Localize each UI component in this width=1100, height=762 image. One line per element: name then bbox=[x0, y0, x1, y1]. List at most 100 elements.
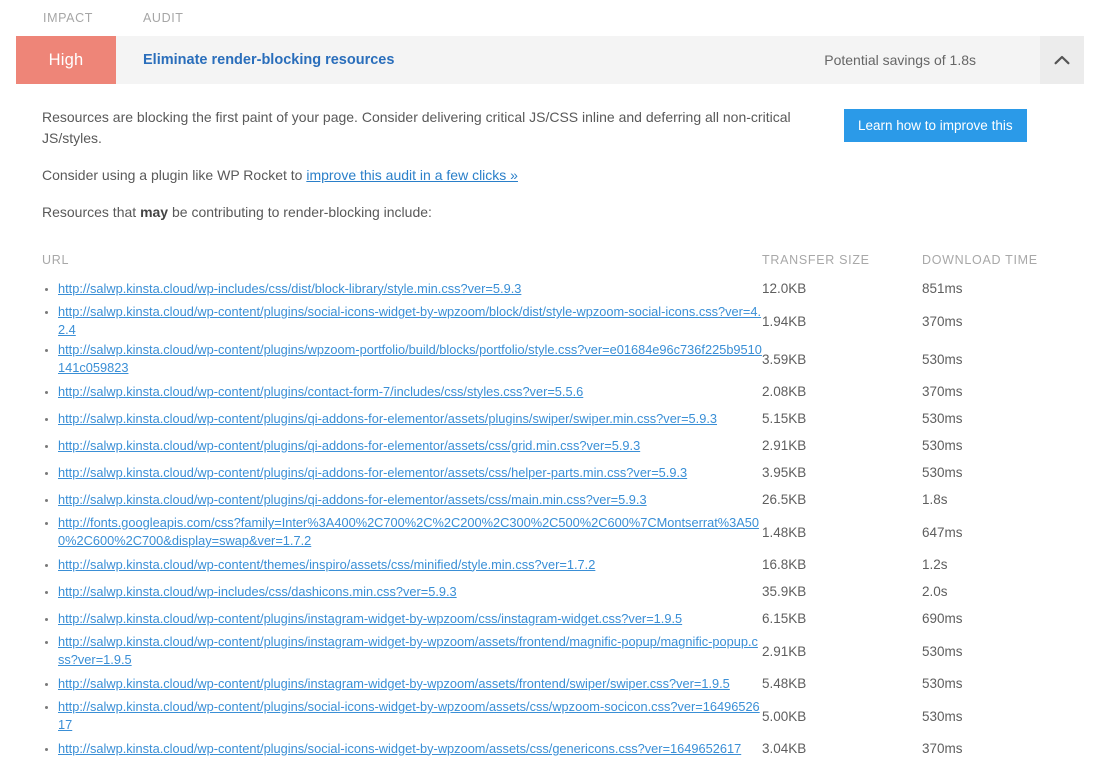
table-cell-transfer-size: 3.04KB bbox=[762, 741, 922, 756]
table-cell-url: http://salwp.kinsta.cloud/wp-content/plu… bbox=[42, 740, 762, 758]
table-cell-download-time: 1.8s bbox=[922, 492, 948, 507]
audit-header-bar[interactable]: High Eliminate render-blocking resources… bbox=[16, 36, 1084, 84]
table-body: http://salwp.kinsta.cloud/wp-includes/cs… bbox=[42, 275, 1084, 762]
table-cell-download-time: 647ms bbox=[922, 525, 963, 540]
table-row: http://salwp.kinsta.cloud/wp-content/plu… bbox=[42, 432, 1084, 459]
table-cell-transfer-size: 5.00KB bbox=[762, 709, 922, 724]
table-row: http://salwp.kinsta.cloud/wp-content/plu… bbox=[42, 405, 1084, 432]
bullet-icon bbox=[45, 748, 48, 751]
table-row: http://salwp.kinsta.cloud/wp-content/plu… bbox=[42, 632, 1084, 670]
table-cell-download-time: 851ms bbox=[922, 281, 963, 296]
bullet-icon bbox=[45, 391, 48, 394]
description-paragraph-1: Resources are blocking the first paint o… bbox=[42, 107, 826, 149]
table-cell-transfer-size: 35.9KB bbox=[762, 584, 922, 599]
audit-description-text: Resources are blocking the first paint o… bbox=[16, 107, 826, 223]
table-cell-transfer-size: 5.15KB bbox=[762, 411, 922, 426]
description-paragraph-2: Consider using a plugin like WP Rocket t… bbox=[42, 165, 826, 186]
status-badge-impact: High bbox=[16, 36, 116, 84]
table-cell-url: http://salwp.kinsta.cloud/wp-content/plu… bbox=[42, 675, 762, 693]
bullet-icon bbox=[45, 564, 48, 567]
audit-potential-savings: Potential savings of 1.8s bbox=[824, 36, 1040, 84]
collapse-toggle-button[interactable] bbox=[1040, 36, 1084, 84]
table-cell-url: http://salwp.kinsta.cloud/wp-content/plu… bbox=[42, 633, 762, 669]
resource-url-link[interactable]: http://salwp.kinsta.cloud/wp-content/plu… bbox=[58, 304, 761, 337]
bullet-icon bbox=[45, 522, 48, 525]
column-headings: IMPACT AUDIT bbox=[0, 0, 1100, 36]
table-cell-download-time: 530ms bbox=[922, 411, 963, 426]
bullet-icon bbox=[45, 418, 48, 421]
resources-table: URL TRANSFER SIZE DOWNLOAD TIME http://s… bbox=[16, 253, 1084, 762]
resource-url-link[interactable]: http://salwp.kinsta.cloud/wp-content/plu… bbox=[58, 492, 647, 507]
table-cell-url: http://salwp.kinsta.cloud/wp-content/plu… bbox=[42, 491, 762, 509]
table-cell-url: http://salwp.kinsta.cloud/wp-content/plu… bbox=[42, 437, 762, 455]
table-cell-download-time: 530ms bbox=[922, 644, 963, 659]
resource-url-link[interactable]: http://salwp.kinsta.cloud/wp-content/plu… bbox=[58, 676, 730, 691]
resource-url-link[interactable]: http://salwp.kinsta.cloud/wp-content/plu… bbox=[58, 741, 741, 756]
table-cell-transfer-size: 6.15KB bbox=[762, 611, 922, 626]
learn-how-to-improve-button[interactable]: Learn how to improve this bbox=[844, 109, 1027, 142]
table-header-transfer-size: TRANSFER SIZE bbox=[762, 253, 922, 267]
resource-url-link[interactable]: http://salwp.kinsta.cloud/wp-content/plu… bbox=[58, 384, 583, 399]
table-row: http://salwp.kinsta.cloud/wp-content/plu… bbox=[42, 670, 1084, 697]
table-cell-transfer-size: 16.8KB bbox=[762, 557, 922, 572]
table-header-row: URL TRANSFER SIZE DOWNLOAD TIME bbox=[42, 253, 1084, 275]
table-cell-url: http://salwp.kinsta.cloud/wp-content/plu… bbox=[42, 610, 762, 628]
resource-url-link[interactable]: http://salwp.kinsta.cloud/wp-content/plu… bbox=[58, 634, 758, 667]
audit-body: Resources are blocking the first paint o… bbox=[0, 84, 1100, 762]
table-cell-download-time: 1.2s bbox=[922, 557, 948, 572]
bullet-icon bbox=[45, 706, 48, 709]
description-paragraph-3-prefix: Resources that bbox=[42, 204, 140, 220]
bullet-icon bbox=[45, 499, 48, 502]
resource-url-link[interactable]: http://salwp.kinsta.cloud/wp-content/plu… bbox=[58, 438, 640, 453]
table-cell-download-time: 530ms bbox=[922, 465, 963, 480]
improve-audit-link[interactable]: improve this audit in a few clicks » bbox=[306, 167, 518, 183]
table-cell-download-time: 2.0s bbox=[922, 584, 948, 599]
table-cell-download-time: 530ms bbox=[922, 676, 963, 691]
bullet-icon bbox=[45, 683, 48, 686]
description-paragraph-3-suffix: be contributing to render-blocking inclu… bbox=[168, 204, 432, 220]
resource-url-link[interactable]: http://salwp.kinsta.cloud/wp-content/plu… bbox=[58, 699, 760, 732]
resource-url-link[interactable]: http://salwp.kinsta.cloud/wp-includes/cs… bbox=[58, 584, 457, 599]
bullet-icon bbox=[45, 311, 48, 314]
table-cell-transfer-size: 3.59KB bbox=[762, 352, 922, 367]
bullet-icon bbox=[45, 349, 48, 352]
bullet-icon bbox=[45, 472, 48, 475]
table-header-download-time: DOWNLOAD TIME bbox=[922, 253, 1038, 267]
table-cell-transfer-size: 2.91KB bbox=[762, 438, 922, 453]
resource-url-link[interactable]: http://salwp.kinsta.cloud/wp-content/plu… bbox=[58, 465, 687, 480]
table-row: http://salwp.kinsta.cloud/wp-content/plu… bbox=[42, 605, 1084, 632]
resource-url-link[interactable]: http://salwp.kinsta.cloud/wp-content/plu… bbox=[58, 342, 762, 375]
table-row: http://fonts.googleapis.com/css?family=I… bbox=[42, 513, 1084, 551]
resource-url-link[interactable]: http://salwp.kinsta.cloud/wp-content/plu… bbox=[58, 411, 717, 426]
table-row: http://salwp.kinsta.cloud/wp-content/plu… bbox=[42, 735, 1084, 762]
bullet-icon bbox=[45, 445, 48, 448]
table-cell-transfer-size: 12.0KB bbox=[762, 281, 922, 296]
table-cell-url: http://fonts.googleapis.com/css?family=I… bbox=[42, 514, 762, 550]
column-heading-audit: AUDIT bbox=[143, 11, 184, 25]
table-cell-url: http://salwp.kinsta.cloud/wp-content/plu… bbox=[42, 303, 762, 339]
audit-description-area: Resources are blocking the first paint o… bbox=[16, 84, 1084, 223]
table-cell-transfer-size: 1.48KB bbox=[762, 525, 922, 540]
table-header-url: URL bbox=[42, 253, 762, 267]
table-cell-transfer-size: 26.5KB bbox=[762, 492, 922, 507]
resource-url-link[interactable]: http://fonts.googleapis.com/css?family=I… bbox=[58, 515, 759, 548]
table-cell-download-time: 690ms bbox=[922, 611, 963, 626]
resource-url-link[interactable]: http://salwp.kinsta.cloud/wp-content/plu… bbox=[58, 611, 682, 626]
table-cell-download-time: 370ms bbox=[922, 314, 963, 329]
table-cell-url: http://salwp.kinsta.cloud/wp-content/the… bbox=[42, 556, 762, 574]
table-row: http://salwp.kinsta.cloud/wp-content/plu… bbox=[42, 378, 1084, 405]
resource-url-link[interactable]: http://salwp.kinsta.cloud/wp-content/the… bbox=[58, 557, 595, 572]
table-cell-download-time: 530ms bbox=[922, 709, 963, 724]
table-cell-download-time: 370ms bbox=[922, 741, 963, 756]
description-paragraph-3: Resources that may be contributing to re… bbox=[42, 202, 826, 223]
bullet-icon bbox=[45, 288, 48, 291]
resource-url-link[interactable]: http://salwp.kinsta.cloud/wp-includes/cs… bbox=[58, 281, 521, 296]
description-paragraph-2-prefix: Consider using a plugin like WP Rocket t… bbox=[42, 167, 306, 183]
chevron-up-icon bbox=[1054, 55, 1070, 65]
bullet-icon bbox=[45, 641, 48, 644]
table-cell-url: http://salwp.kinsta.cloud/wp-content/plu… bbox=[42, 410, 762, 428]
table-cell-transfer-size: 2.91KB bbox=[762, 644, 922, 659]
table-cell-url: http://salwp.kinsta.cloud/wp-includes/cs… bbox=[42, 280, 762, 298]
table-cell-url: http://salwp.kinsta.cloud/wp-content/plu… bbox=[42, 698, 762, 734]
audit-title[interactable]: Eliminate render-blocking resources bbox=[116, 36, 824, 84]
